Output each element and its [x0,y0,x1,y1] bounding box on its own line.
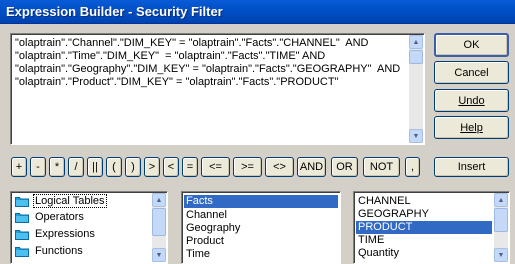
folder-icon [15,246,29,257]
list-item[interactable]: PRODUCT [356,221,492,234]
columns-list[interactable]: CHANNEL GEOGRAPHY PRODUCT TIME Quantity … [353,191,510,264]
operator-button-greater[interactable]: > [144,157,160,177]
scroll-down-icon[interactable]: ▼ [409,129,423,143]
category-item-operators[interactable]: Operators [15,209,85,225]
operator-button-not[interactable]: NOT [363,157,400,177]
category-item-label: Operators [35,211,84,223]
ok-button[interactable]: OK [434,33,509,57]
help-button-label: Help [460,121,483,134]
category-item-expressions[interactable]: Expressions [15,226,96,242]
insert-button-label: Insert [457,161,486,173]
scroll-up-icon[interactable]: ▲ [409,35,423,49]
undo-button-label: Undo [458,94,485,107]
operator-button-comma[interactable]: , [405,157,420,177]
scroll-down-icon[interactable]: ▼ [494,248,508,262]
category-item-label: Expressions [35,228,95,240]
category-scrollbar[interactable]: ▲ ▼ [152,193,166,262]
list-item[interactable]: Facts [184,195,338,208]
operator-button-minus[interactable]: - [30,157,46,177]
expression-text[interactable]: "olaptrain"."Channel"."DIM_KEY" = "olapt… [14,37,408,141]
scroll-up-icon[interactable]: ▲ [494,193,508,207]
folder-icon [15,196,29,207]
operator-button-open-paren[interactable]: ( [106,157,122,177]
list-item[interactable]: GEOGRAPHY [356,208,429,221]
expression-line: "olaptrain"."Time"."DIM_KEY" = "olaptrai… [15,50,326,62]
operator-button-greater-equal[interactable]: >= [233,157,262,177]
operator-button-less-equal[interactable]: <= [201,157,230,177]
folder-icon [15,212,29,223]
columns-scrollbar[interactable]: ▲ ▼ [494,193,508,262]
operator-button-or[interactable]: OR [331,157,358,177]
scroll-thumb[interactable] [152,208,166,236]
list-item[interactable]: Product [184,235,224,248]
list-item[interactable]: CHANNEL [356,195,411,208]
category-item-functions[interactable]: Functions [15,243,84,259]
scroll-thumb[interactable] [494,208,508,232]
operator-button-multiply[interactable]: * [49,157,65,177]
insert-button[interactable]: Insert [434,157,509,177]
scroll-up-icon[interactable]: ▲ [152,193,166,207]
expression-line: "olaptrain"."Channel"."DIM_KEY" = "olapt… [15,37,369,49]
operator-button-not-equal[interactable]: <> [265,157,294,177]
operator-button-concat[interactable]: || [87,157,103,177]
cancel-button-label: Cancel [454,66,489,79]
category-list[interactable]: Logical Tables Operators Expressions Fun… [10,191,168,264]
scroll-thumb[interactable] [409,50,423,64]
folder-icon [15,229,29,240]
operator-button-plus[interactable]: + [11,157,27,177]
expression-scrollbar[interactable]: ▲ ▼ [409,35,423,143]
category-item-label: Functions [35,245,83,257]
list-item[interactable]: Time [184,248,210,261]
expression-line: "olaptrain"."Product"."DIM_KEY" = "olapt… [15,76,339,88]
undo-button[interactable]: Undo [434,89,509,112]
category-item-logical-tables[interactable]: Logical Tables [15,193,107,209]
operator-button-divide[interactable]: / [68,157,84,177]
title-bar[interactable]: Expression Builder - Security Filter [0,0,515,24]
ok-button-label: OK [463,39,480,51]
operator-button-less[interactable]: < [163,157,179,177]
scroll-down-icon[interactable]: ▼ [152,248,166,262]
list-item[interactable]: Quantity [356,247,399,260]
list-item[interactable]: TIME [356,234,384,247]
list-item[interactable]: Geography [184,222,240,235]
operator-button-equal[interactable]: = [182,157,198,177]
operator-button-close-paren[interactable]: ) [125,157,141,177]
list-item[interactable]: Channel [184,209,227,222]
tables-list[interactable]: Facts Channel Geography Product Time [181,191,341,264]
expression-line: "olaptrain"."Geography"."DIM_KEY" = "ola… [15,63,401,75]
window-title: Expression Builder - Security Filter [6,4,223,19]
cancel-button[interactable]: Cancel [434,61,509,84]
expression-editor[interactable]: "olaptrain"."Channel"."DIM_KEY" = "olapt… [10,33,425,145]
help-button[interactable]: Help [434,116,509,139]
category-item-label: Logical Tables [33,194,107,208]
operator-button-and[interactable]: AND [297,157,326,177]
